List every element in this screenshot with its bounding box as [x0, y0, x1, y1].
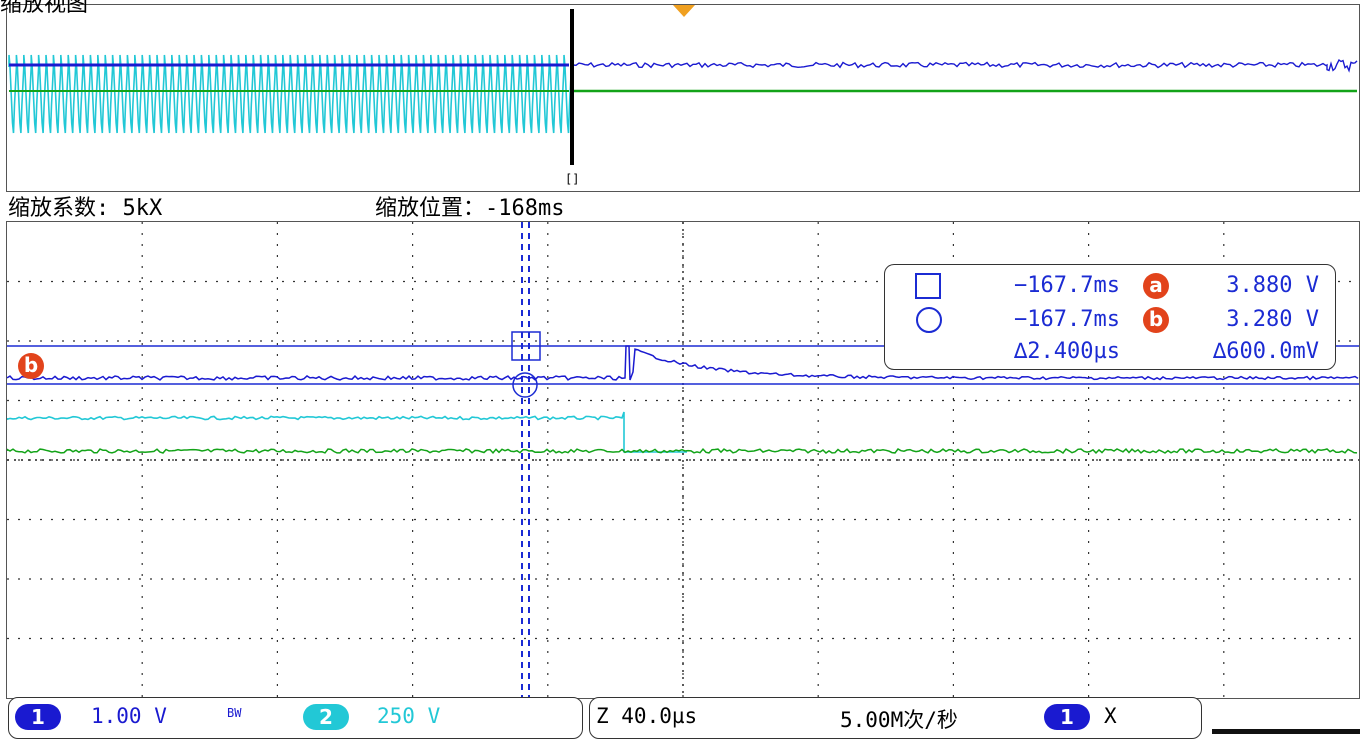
- cursor-b-row: −167.7ms b 3.280 V: [885, 305, 1335, 335]
- zoom-factor-value: 5kX: [122, 196, 163, 221]
- channel-status-bar: 1 1.00 V BW 2 250 V: [8, 697, 583, 739]
- cursor-a-row: −167.7ms a 3.880 V: [885, 271, 1335, 301]
- cursor-b-value: 3.280 V: [1226, 307, 1319, 332]
- cursor-delta-value: ∆600.0mV: [1213, 339, 1319, 364]
- trigger-source-badge[interactable]: 1: [1044, 704, 1090, 730]
- zoom-timebase[interactable]: Z 40.0µs: [596, 704, 697, 728]
- overview-panel: []: [6, 4, 1360, 192]
- cursor-b-level-marker[interactable]: b: [18, 353, 44, 379]
- cursor-a-time: −167.7ms: [1014, 273, 1120, 298]
- cursor-a-value: 3.880 V: [1226, 273, 1319, 298]
- channel-1-scale[interactable]: 1.00 V: [91, 704, 167, 728]
- cursor-b-badge: b: [1143, 307, 1169, 333]
- channel-2-badge[interactable]: 2: [303, 704, 349, 730]
- overview-title: 缩放视图: [0, 0, 89, 17]
- overview-channel-2-trace: [8, 54, 573, 134]
- zoom-window-bracket-icon: []: [565, 172, 579, 186]
- cursor-delta-row: ∆2.400µs ∆600.0mV: [885, 337, 1335, 367]
- zoom-position: 缩放位置：-168ms: [375, 190, 565, 222]
- zoom-factor: 缩放系数: 5kX: [8, 190, 162, 222]
- cursor-readout-box: −167.7ms a 3.880 V −167.7ms b 3.280 V ∆2…: [884, 264, 1336, 370]
- cursor-a-badge: a: [1143, 273, 1169, 299]
- trigger-mode[interactable]: X: [1104, 704, 1117, 728]
- square-cursor-icon: [915, 271, 941, 299]
- sample-rate: 5.00M次/秒: [840, 708, 958, 732]
- cursor-b-time: −167.7ms: [1014, 307, 1120, 332]
- edge-divider: [1212, 729, 1360, 734]
- trigger-position-icon[interactable]: [673, 5, 695, 19]
- circle-cursor-icon: [915, 305, 943, 334]
- channel-2-trace: [7, 411, 687, 453]
- zoom-position-value: -168ms: [485, 196, 565, 221]
- cursor-delta-time: ∆2.400µs: [1014, 339, 1120, 364]
- bandwidth-limit-indicator: BW: [227, 706, 242, 720]
- channel-1-badge[interactable]: 1: [15, 704, 61, 730]
- overview-waveform-display: []: [8, 9, 1358, 186]
- timebase-status-bar: Z 40.0µs 5.00M次/秒 1 X: [589, 697, 1202, 739]
- channel-2-scale[interactable]: 250 V: [377, 704, 440, 728]
- zoom-position-label: 缩放位置：: [375, 196, 486, 221]
- overview-channel-1-trace: [572, 58, 1358, 73]
- zoom-factor-label: 缩放系数:: [8, 196, 110, 221]
